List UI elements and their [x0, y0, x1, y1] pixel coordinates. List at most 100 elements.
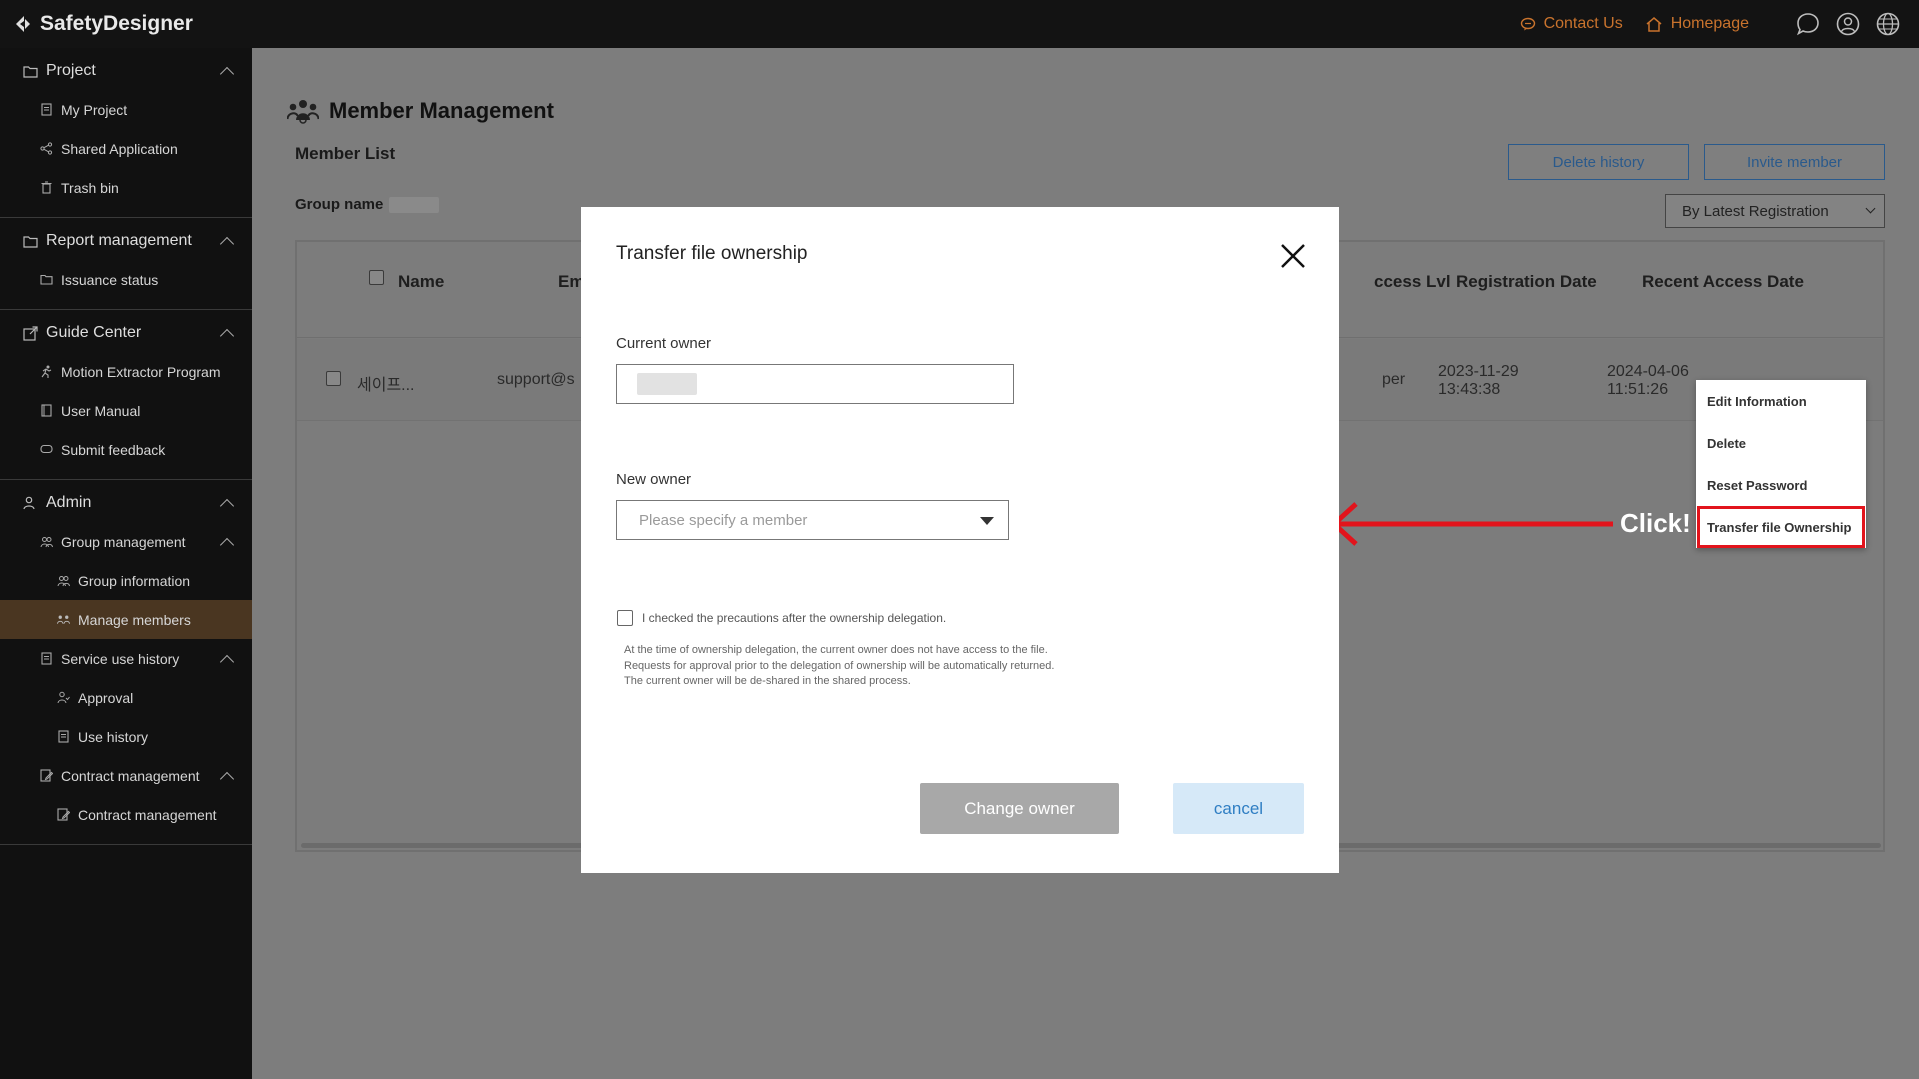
sidebar-item-contract-management[interactable]: Contract management [0, 756, 252, 795]
header-registration-date[interactable]: Registration Date [1456, 272, 1597, 292]
members-icon [287, 100, 319, 124]
precautions-checkbox-label[interactable]: I checked the precautions after the owne… [642, 611, 946, 625]
sidebar-section-admin: Admin Group management Group information… [0, 480, 252, 845]
recent-access-time: 11:51:26 [1607, 381, 1669, 398]
chevron-up-icon[interactable] [219, 66, 235, 82]
document-icon [40, 652, 53, 665]
delete-history-button[interactable]: Delete history [1508, 144, 1689, 180]
member-name: 세이프... [357, 377, 415, 394]
cancel-button[interactable]: cancel [1173, 783, 1304, 834]
chevron-up-icon[interactable] [219, 771, 235, 786]
sidebar-heading-project[interactable]: Project [0, 52, 252, 90]
select-all-checkbox[interactable] [369, 270, 384, 285]
click-annotation-label: Click! [1620, 508, 1691, 538]
new-owner-placeholder: Please specify a member [639, 512, 808, 529]
row-context-menu: Edit Information Delete Reset Password T… [1696, 380, 1866, 548]
folder-icon [22, 63, 38, 79]
home-icon [1646, 17, 1662, 32]
group-name: Group name [295, 196, 440, 213]
sidebar-item-label: Trash bin [61, 179, 119, 196]
sort-select-value: By Latest Registration [1682, 202, 1829, 220]
sidebar-heading-label: Report management [46, 232, 192, 249]
sort-select[interactable]: By Latest Registration [1665, 194, 1885, 228]
globe-icon[interactable] [1875, 11, 1901, 37]
sidebar-item-contract-management-sub[interactable]: Contract management [0, 795, 252, 834]
trash-icon [40, 181, 53, 194]
sidebar-item-label: Contract management [61, 767, 200, 784]
menu-item-delete[interactable]: Delete [1696, 422, 1866, 464]
sidebar-heading-guide[interactable]: Guide Center [0, 314, 252, 352]
sidebar-heading-label: Project [46, 62, 96, 79]
sidebar-item-my-project[interactable]: My Project [0, 90, 252, 129]
current-owner-value-redacted [637, 373, 697, 395]
ownership-notes: At the time of ownership delegation, the… [624, 643, 1054, 690]
menu-item-reset-password[interactable]: Reset Password [1696, 464, 1866, 506]
edit-document-icon [57, 808, 70, 821]
close-icon[interactable] [1278, 241, 1308, 271]
brand-logo[interactable]: SafetyDesigner [14, 0, 193, 48]
sidebar-item-use-history[interactable]: Use history [0, 717, 252, 756]
sidebar-item-approval[interactable]: Approval [0, 678, 252, 717]
user-icon[interactable] [1835, 11, 1861, 37]
contact-us-link[interactable]: Contact Us [1520, 15, 1623, 33]
member-access-level: per [1382, 371, 1406, 388]
page-title: Member Management [287, 98, 554, 124]
homepage-link[interactable]: Homepage [1645, 15, 1749, 33]
invite-member-button[interactable]: Invite member [1704, 144, 1885, 180]
running-figure-icon [40, 365, 53, 378]
sidebar-item-group-management[interactable]: Group management [0, 522, 252, 561]
sidebar-item-user-manual[interactable]: User Manual [0, 391, 252, 430]
chevron-up-icon[interactable] [219, 236, 235, 252]
sidebar-heading-report[interactable]: Report management [0, 222, 252, 260]
sidebar-item-motion-extractor[interactable]: Motion Extractor Program [0, 352, 252, 391]
header-access-level[interactable]: ccess Lvl [1374, 272, 1451, 292]
note-line: Requests for approval prior to the deleg… [624, 659, 1055, 672]
homepage-label: Homepage [1670, 15, 1749, 32]
sidebar-item-submit-feedback[interactable]: Submit feedback [0, 430, 252, 469]
member-list-title: Member List [295, 144, 396, 163]
share-icon [40, 142, 53, 155]
chevron-down-icon [1865, 203, 1876, 214]
sidebar-heading-admin[interactable]: Admin [0, 484, 252, 522]
sidebar-item-shared-application[interactable]: Shared Application [0, 129, 252, 168]
sidebar-item-label: Contract management [78, 806, 217, 823]
new-owner-select[interactable]: Please specify a member [616, 500, 1009, 540]
page-title-text: Member Management [329, 98, 554, 123]
folder-icon [40, 273, 53, 286]
sidebar-item-label: Motion Extractor Program [61, 363, 221, 380]
sidebar-item-issuance-status[interactable]: Issuance status [0, 260, 252, 299]
chevron-up-icon[interactable] [219, 654, 235, 669]
header-recent-access-date[interactable]: Recent Access Date [1642, 272, 1804, 292]
menu-item-transfer-file-ownership[interactable]: Transfer file Ownership [1697, 506, 1865, 548]
chevron-up-icon[interactable] [219, 537, 235, 552]
chat-icon[interactable] [1795, 11, 1821, 37]
row-checkbox[interactable] [326, 371, 341, 386]
member-email: support@s [497, 371, 575, 388]
change-owner-button[interactable]: Change owner [920, 783, 1119, 834]
new-owner-label: New owner [616, 471, 692, 488]
document-icon [40, 103, 53, 116]
chevron-up-icon[interactable] [219, 328, 235, 344]
sidebar-heading-label: Guide Center [46, 324, 142, 341]
edit-document-icon [40, 769, 53, 782]
menu-item-edit-information[interactable]: Edit Information [1696, 380, 1866, 422]
header-name[interactable]: Name [398, 272, 444, 292]
precautions-checkbox[interactable] [617, 610, 633, 626]
external-link-icon [22, 325, 38, 341]
admin-user-icon [22, 495, 38, 511]
current-owner-label: Current owner [616, 335, 712, 352]
sidebar-item-service-use-history[interactable]: Service use history [0, 639, 252, 678]
note-line: At the time of ownership delegation, the… [624, 644, 1048, 656]
chevron-up-icon[interactable] [219, 498, 235, 514]
group-icon [40, 535, 53, 548]
sidebar-item-label: Submit feedback [61, 441, 166, 458]
dialog-title: Transfer file ownership [616, 243, 808, 264]
group-name-label: Group name [295, 196, 384, 213]
sidebar-item-label: Group management [61, 533, 186, 550]
sidebar-section-guide: Guide Center Motion Extractor Program Us… [0, 310, 252, 480]
note-line: The current owner will be de-shared in t… [624, 675, 911, 687]
sidebar-item-group-information[interactable]: Group information [0, 561, 252, 600]
sidebar-item-trash-bin[interactable]: Trash bin [0, 168, 252, 207]
sidebar-item-manage-members[interactable]: Manage members [0, 600, 252, 639]
registration-date: 2023-11-29 [1438, 363, 1519, 380]
